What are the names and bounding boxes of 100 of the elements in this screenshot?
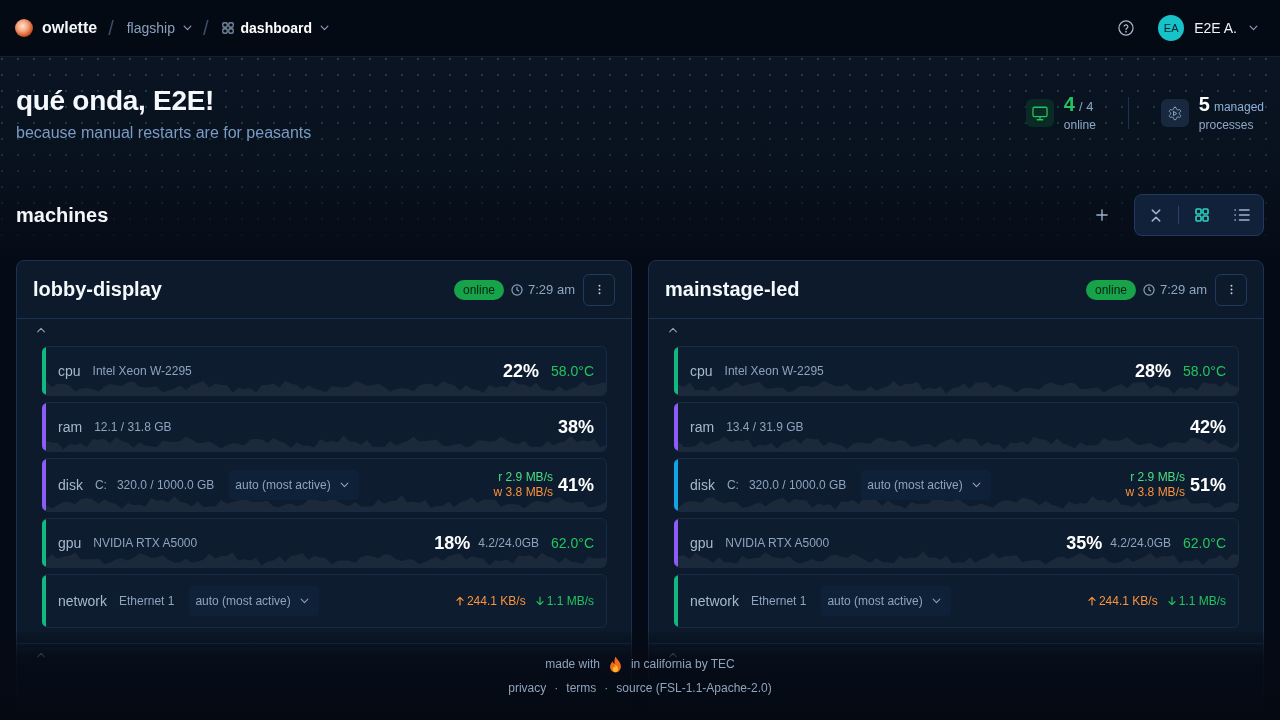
help-icon[interactable] [1118,20,1135,36]
chevron-down-icon [182,25,192,31]
metric-detail: NVIDIA RTX A5000 [725,536,830,550]
metric-label: ram [690,419,715,435]
source-dropdown[interactable]: auto (most active) [861,470,991,500]
stat-unit: managed [1213,100,1264,114]
usage-value: 22% [503,360,540,382]
metric-detail: 13.4 / 31.9 GB [726,420,804,434]
temperature-value: 58.0°C [1183,363,1226,379]
chevron-down-icon [931,598,941,604]
chevron-down-icon [971,482,981,488]
footer-text: in california by TEC [630,657,735,671]
metric-label: gpu [58,535,82,551]
metric-label: disk [58,477,83,493]
stat-value: 4 [1063,93,1075,115]
usage-value: 51% [1189,474,1226,496]
metric-label: cpu [58,363,81,379]
chevron-down-icon [339,482,349,488]
grid-icon [221,22,234,34]
metric-detail: 320.0 / 1000.0 GB [116,478,215,492]
more-icon [597,283,601,296]
collapse-icon[interactable] [1150,208,1162,222]
arrow-up-icon [1087,596,1096,606]
logo-icon [15,19,33,37]
machine-name: mainstage-led [665,278,801,301]
drive-label: C: [726,478,739,492]
metric-detail: NVIDIA RTX A5000 [93,536,198,550]
metric-label: disk [690,477,715,493]
brand-name: owlette [42,19,98,37]
metric-detail: Intel Xeon W-2295 [92,364,192,378]
arrow-down-icon [1167,596,1176,606]
greeting-subtitle: because manual restarts are for peasants [16,123,312,143]
source-dropdown[interactable]: auto (most active) [229,470,359,500]
source-dropdown[interactable]: auto (most active) [189,586,319,616]
write-rate: w 3.8 MB/s [493,485,553,500]
metric-label: gpu [690,535,714,551]
list-icon[interactable] [1234,209,1250,221]
metric-label: ram [58,419,83,435]
more-icon [1229,283,1233,296]
chevron-down-icon [299,598,309,604]
breadcrumb-separator: / [202,16,209,40]
footer-link[interactable]: privacy [508,681,547,695]
usage-value: 35% [1066,532,1103,554]
source-dropdown[interactable]: auto (most active) [821,586,951,616]
plus-icon[interactable] [1096,209,1108,221]
metric-detail: Ethernet 1 [119,594,175,608]
download-rate: 1.1 MB/s [546,594,594,608]
metric-detail: 320.0 / 1000.0 GB [748,478,847,492]
greeting-title: qué onda, E2E! [16,85,216,117]
chevron-up-icon[interactable] [35,327,47,333]
read-rate: r 2.9 MB/s [1130,470,1185,485]
temperature-value: 62.0°C [551,535,594,551]
memory-value: 4.2/24.0GB [1110,536,1172,550]
stat-total: / 4 [1078,99,1094,114]
user-avatar: EA [1158,15,1185,41]
write-rate: w 3.8 MB/s [1125,485,1185,500]
user-menu-button[interactable]: EA E2E A. [1158,15,1258,41]
section-title: machines [16,203,109,227]
footer-link[interactable]: source (FSL-1.1-Apache-2.0) [616,681,772,695]
temperature-value: 62.0°C [1183,535,1226,551]
grid-icon[interactable] [1195,208,1209,222]
drive-label: C: [94,478,107,492]
chevron-down-icon [1249,25,1258,31]
usage-value: 42% [1189,416,1226,438]
status-badge: online [454,279,504,300]
flame-icon [608,655,622,673]
chevron-down-icon [320,25,330,31]
upload-rate: 244.1 KB/s [466,594,526,608]
temperature-value: 58.0°C [551,363,594,379]
metric-detail: Intel Xeon W-2295 [724,364,824,378]
footer-link[interactable]: terms [566,681,597,695]
machine-name: lobby-display [33,278,163,301]
metric-detail: Ethernet 1 [751,594,807,608]
footer-text: made with [545,657,600,671]
breadcrumb-dropdown[interactable]: flagship [126,20,192,36]
last-seen-time: 7:29 am [528,282,575,297]
chevron-up-icon[interactable] [667,327,679,333]
clock-icon [1143,283,1155,296]
metric-label: cpu [690,363,713,379]
usage-value: 41% [557,474,594,496]
arrow-down-icon [535,596,544,606]
stat-label: processes [1198,117,1255,133]
monitor-icon [1025,99,1054,127]
stat-value: 5 [1198,93,1210,115]
metric-detail: 12.1 / 31.8 GB [94,420,172,434]
arrow-up-icon [455,596,464,606]
link-separator: · [554,681,559,695]
download-rate: 1.1 MB/s [1178,594,1226,608]
last-seen-time: 7:29 am [1160,282,1207,297]
usage-value: 38% [557,416,594,438]
upload-rate: 244.1 KB/s [1098,594,1158,608]
read-rate: r 2.9 MB/s [498,470,553,485]
status-badge: online [1086,279,1136,300]
stat-label: online [1063,117,1096,133]
link-separator: · [604,681,609,695]
usage-value: 18% [434,532,471,554]
breadcrumb-separator: / [108,16,114,40]
breadcrumb-dropdown[interactable]: dashboard [221,20,330,36]
metric-label: network [690,593,740,609]
clock-icon [511,283,523,296]
